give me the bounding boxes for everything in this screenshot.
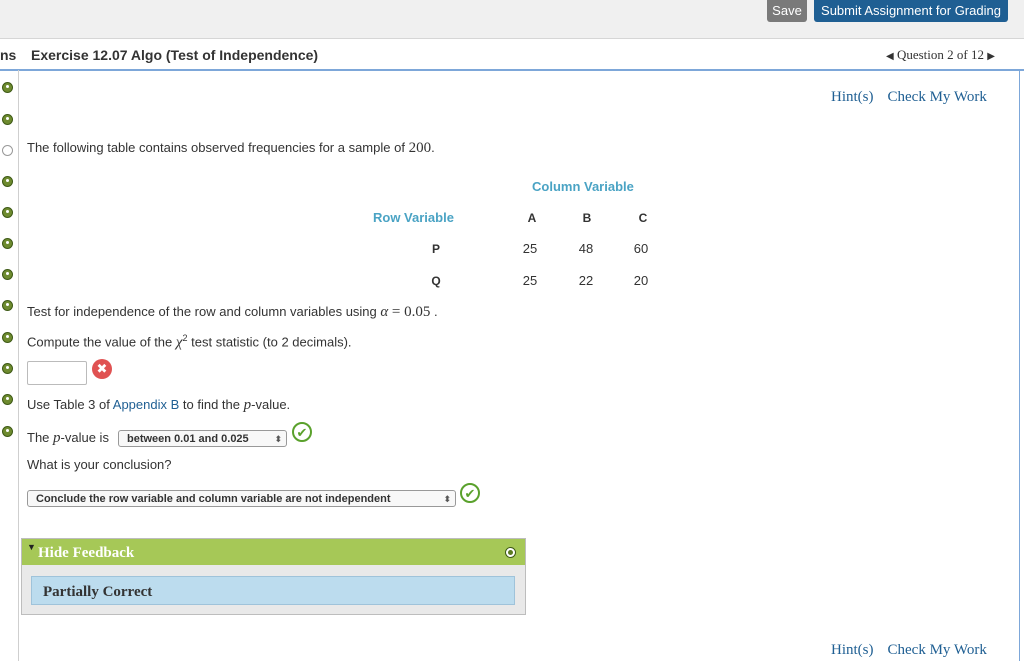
question-status-icon[interactable] bbox=[2, 207, 13, 218]
save-button[interactable]: Save bbox=[767, 0, 807, 22]
question-status-icon[interactable] bbox=[2, 394, 13, 405]
sample-size: 200 bbox=[408, 140, 432, 156]
submit-assignment-button[interactable]: Submit Assignment for Grading bbox=[814, 0, 1008, 22]
question-status-icon[interactable] bbox=[2, 332, 13, 343]
alpha-symbol: α bbox=[380, 304, 389, 320]
row-variable-header: Row Variable bbox=[373, 210, 454, 225]
feedback-panel: ▼ Hide Feedback Partially Correct bbox=[21, 538, 526, 615]
pvalue-selected-value: between 0.01 and 0.025 bbox=[127, 433, 249, 445]
hide-feedback-toggle[interactable]: Hide Feedback bbox=[38, 545, 134, 562]
question-navigator[interactable]: ◀ Question 2 of 12 ▶ bbox=[886, 47, 995, 63]
question-status-icon[interactable] bbox=[2, 426, 13, 437]
column-label: A bbox=[527, 211, 537, 225]
exercise-title-bar: ns Exercise 12.07 Algo (Test of Independ… bbox=[0, 39, 1024, 71]
collapse-triangle-icon[interactable]: ▼ bbox=[27, 542, 36, 552]
compute-text: Compute the value of the bbox=[27, 334, 173, 350]
table-instruction: Use Table 3 of Appendix B to find the p-… bbox=[27, 397, 290, 414]
content-border bbox=[1019, 70, 1020, 661]
alpha-value: = 0.05 bbox=[391, 304, 431, 320]
exercise-title: Exercise 12.07 Algo (Test of Independenc… bbox=[31, 47, 319, 63]
feedback-header[interactable]: ▼ Hide Feedback bbox=[22, 539, 525, 565]
check-my-work-link[interactable]: Check My Work bbox=[888, 642, 987, 658]
question-status-icon[interactable] bbox=[2, 269, 13, 280]
next-question-icon[interactable]: ▶ bbox=[987, 51, 995, 62]
conclusion-select[interactable]: Conclude the row variable and column var… bbox=[27, 490, 456, 507]
select-caret-icon: ⬍ bbox=[274, 434, 282, 444]
row-label: P bbox=[431, 242, 440, 256]
feedback-result-box: Partially Correct bbox=[31, 576, 515, 605]
test-instruction: Test for independence of the row and col… bbox=[27, 304, 438, 321]
question-status-icon[interactable] bbox=[2, 238, 13, 249]
use-table-text-end: -value. bbox=[251, 397, 291, 412]
question-status-icon[interactable] bbox=[2, 363, 13, 374]
question-status-empty-icon[interactable] bbox=[2, 145, 13, 156]
correct-icon: ✔ bbox=[460, 483, 480, 503]
intro-end: . bbox=[431, 140, 435, 155]
pvalue-text: The bbox=[27, 430, 50, 445]
bottom-help-links: Hint(s) Check My Work bbox=[831, 642, 1001, 659]
compute-text-end: test statistic (to 2 decimals). bbox=[191, 334, 352, 350]
test-text: Test for independence of the row and col… bbox=[27, 304, 377, 319]
feedback-status-icon bbox=[505, 547, 516, 558]
question-counter: Question 2 of 12 bbox=[896, 47, 984, 62]
conclusion-question: What is your conclusion? bbox=[27, 457, 172, 472]
row-label: Q bbox=[431, 274, 441, 288]
question-status-icon[interactable] bbox=[2, 176, 13, 187]
question-intro: The following table contains observed fr… bbox=[27, 140, 435, 157]
table-cell: 60 bbox=[633, 241, 649, 256]
hints-link[interactable]: Hint(s) bbox=[831, 89, 874, 105]
top-help-links: Hint(s) Check My Work bbox=[831, 89, 1001, 106]
select-caret-icon: ⬍ bbox=[443, 494, 451, 504]
pvalue-text-end: -value is bbox=[60, 430, 109, 445]
column-label: C bbox=[638, 211, 648, 225]
intro-text: The following table contains observed fr… bbox=[27, 140, 405, 155]
p-symbol: p bbox=[53, 430, 61, 446]
check-my-work-link[interactable]: Check My Work bbox=[888, 89, 987, 105]
hints-link[interactable]: Hint(s) bbox=[831, 642, 874, 658]
table-cell: 25 bbox=[522, 273, 538, 288]
column-variable-header: Column Variable bbox=[532, 179, 634, 194]
test-statistic-input[interactable] bbox=[27, 361, 87, 385]
feedback-result: Partially Correct bbox=[43, 584, 153, 600]
correct-icon: ✔ bbox=[292, 422, 312, 442]
table-cell: 20 bbox=[633, 273, 649, 288]
pvalue-prompt: The p-value is bbox=[27, 430, 109, 447]
title-prefix: ns bbox=[0, 47, 17, 63]
chi-exponent: 2 bbox=[182, 333, 188, 343]
test-end: . bbox=[434, 304, 438, 319]
top-toolbar: Save Submit Assignment for Grading bbox=[0, 0, 1024, 39]
appendix-b-link[interactable]: Appendix B bbox=[113, 397, 180, 412]
table-cell: 48 bbox=[578, 241, 594, 256]
question-status-icon[interactable] bbox=[2, 300, 13, 311]
question-status-icon[interactable] bbox=[2, 82, 13, 93]
table-cell: 25 bbox=[522, 241, 538, 256]
column-label: B bbox=[582, 211, 592, 225]
chi-symbol: χ bbox=[175, 334, 183, 351]
table-cell: 22 bbox=[578, 273, 594, 288]
use-table-text: Use Table 3 of bbox=[27, 397, 110, 412]
compute-instruction: Compute the value of the χ2 test statist… bbox=[27, 333, 352, 351]
incorrect-icon: ✖ bbox=[92, 359, 112, 379]
conclusion-selected-value: Conclude the row variable and column var… bbox=[36, 493, 391, 505]
prev-question-icon[interactable]: ◀ bbox=[886, 51, 894, 62]
use-table-text-mid: to find the bbox=[182, 397, 241, 412]
pvalue-select[interactable]: between 0.01 and 0.025 ⬍ bbox=[118, 430, 287, 447]
question-list-divider bbox=[18, 70, 19, 661]
question-status-icon[interactable] bbox=[2, 114, 13, 125]
